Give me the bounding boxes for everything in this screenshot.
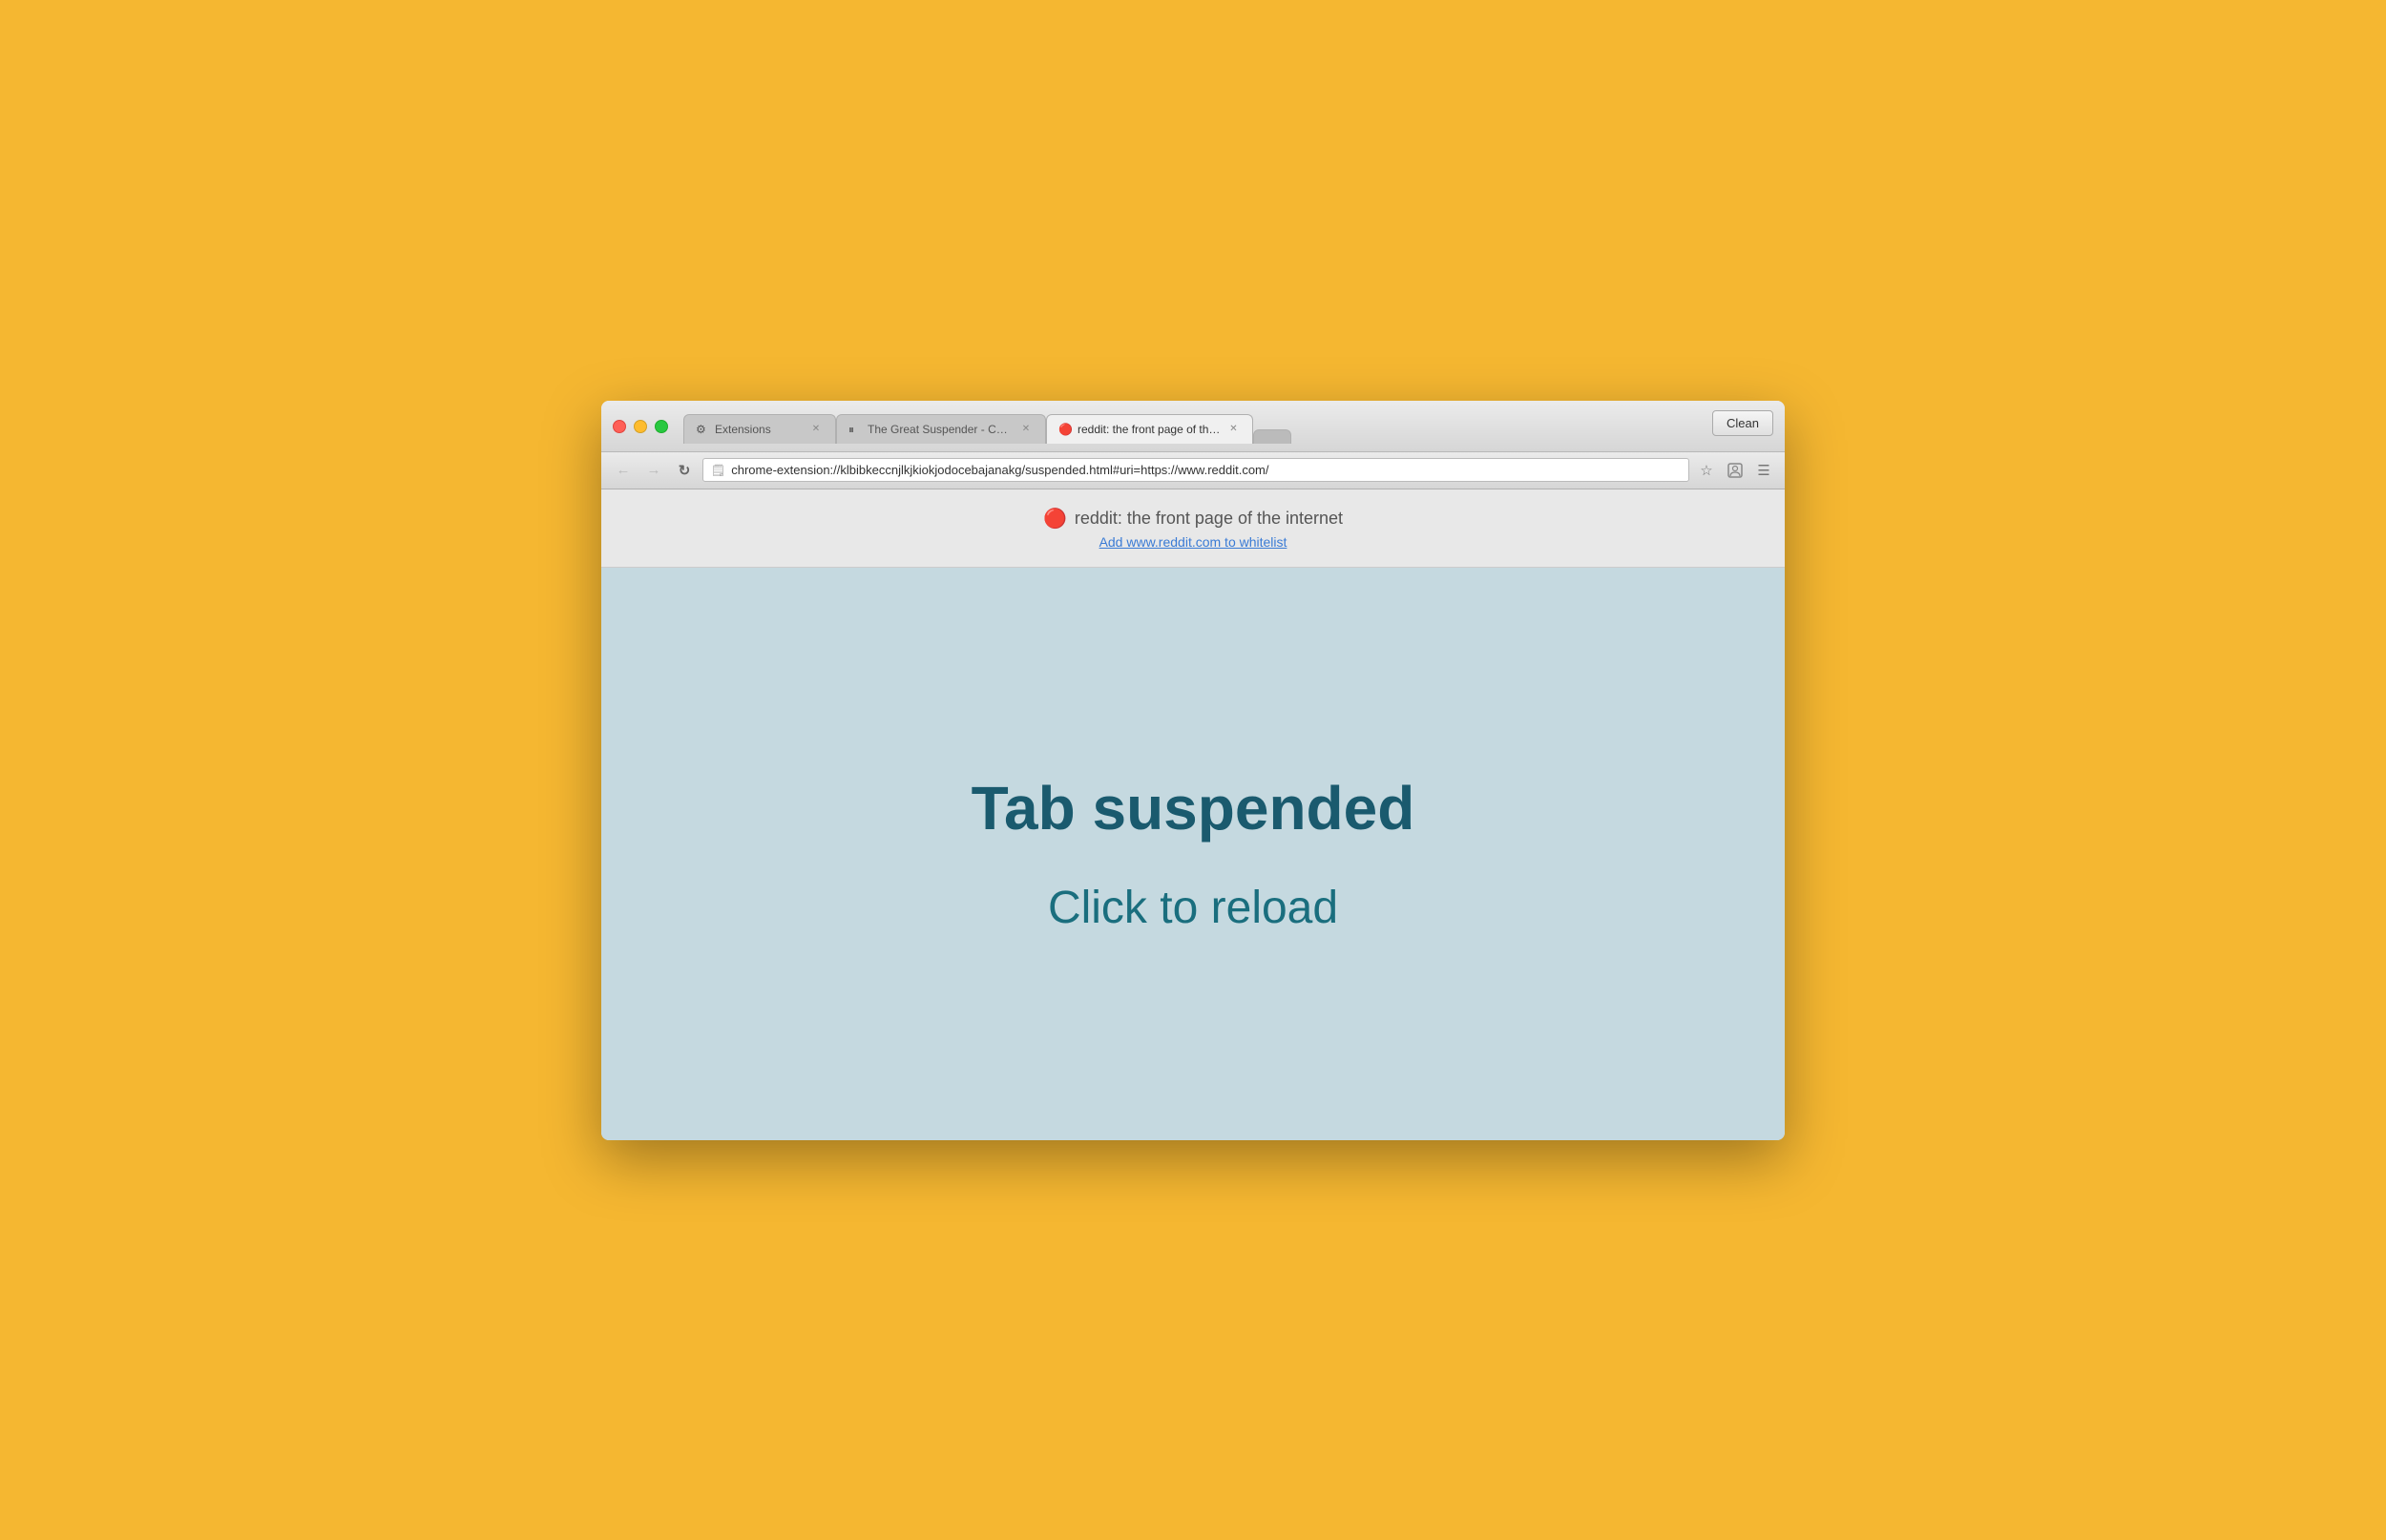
forward-button[interactable]: → <box>641 458 666 483</box>
title-bar-top: ⚙ Extensions ✕ ⏸ The Great Suspender - C… <box>613 410 1773 444</box>
title-bar: ⚙ Extensions ✕ ⏸ The Great Suspender - C… <box>601 401 1785 452</box>
maximize-button[interactable] <box>655 420 668 433</box>
tab-great-suspender[interactable]: ⏸ The Great Suspender - Ch… ✕ <box>836 414 1046 444</box>
tab-reddit[interactable]: 🔴 reddit: the front page of th… ✕ <box>1046 414 1253 444</box>
back-button[interactable]: ← <box>611 458 636 483</box>
tab-great-suspender-label: The Great Suspender - Ch… <box>868 423 1013 436</box>
address-bar-row: ← → ↻ 🗒 ☆ ☰ <box>601 452 1785 489</box>
tab-reddit-close[interactable]: ✕ <box>1225 422 1241 437</box>
user-icon[interactable] <box>1724 459 1747 482</box>
tab-suspended-heading: Tab suspended <box>972 773 1415 843</box>
extensions-tab-icon: ⚙ <box>696 423 709 436</box>
tab-reddit-label: reddit: the front page of th… <box>1078 423 1220 436</box>
menu-icon[interactable]: ☰ <box>1752 459 1775 482</box>
tab-extensions[interactable]: ⚙ Extensions ✕ <box>683 414 836 444</box>
clean-button[interactable]: Clean <box>1712 410 1773 436</box>
address-input[interactable] <box>731 463 1681 477</box>
great-suspender-tab-icon: ⏸ <box>848 423 862 436</box>
tab-extensions-close[interactable]: ✕ <box>808 422 824 437</box>
reddit-logo-icon: 🔴 <box>1043 507 1067 531</box>
whitelist-link[interactable]: Add www.reddit.com to whitelist <box>620 534 1766 550</box>
site-title-text: reddit: the front page of the internet <box>1075 509 1343 529</box>
tab-extensions-label: Extensions <box>715 423 803 436</box>
close-button[interactable] <box>613 420 626 433</box>
reload-button[interactable]: ↻ <box>672 458 697 483</box>
traffic-lights <box>613 420 668 433</box>
reddit-tab-icon: 🔴 <box>1058 423 1072 436</box>
tabs-area: ⚙ Extensions ✕ ⏸ The Great Suspender - C… <box>683 410 1773 444</box>
click-to-reload-text: Click to reload <box>1048 882 1338 934</box>
tabs-row: ⚙ Extensions ✕ ⏸ The Great Suspender - C… <box>683 414 1712 444</box>
browser-window: ⚙ Extensions ✕ ⏸ The Great Suspender - C… <box>601 401 1785 1140</box>
page-icon: 🗒 <box>711 464 725 477</box>
tab-blank[interactable] <box>1253 429 1291 444</box>
tab-great-suspender-close[interactable]: ✕ <box>1018 422 1034 437</box>
page-header: 🔴 reddit: the front page of the internet… <box>601 489 1785 568</box>
bookmark-icon[interactable]: ☆ <box>1695 459 1718 482</box>
site-title: 🔴 reddit: the front page of the internet <box>620 507 1766 531</box>
address-bar[interactable]: 🗒 <box>702 458 1689 482</box>
minimize-button[interactable] <box>634 420 647 433</box>
suspended-page-content[interactable]: Tab suspended Click to reload <box>601 568 1785 1140</box>
